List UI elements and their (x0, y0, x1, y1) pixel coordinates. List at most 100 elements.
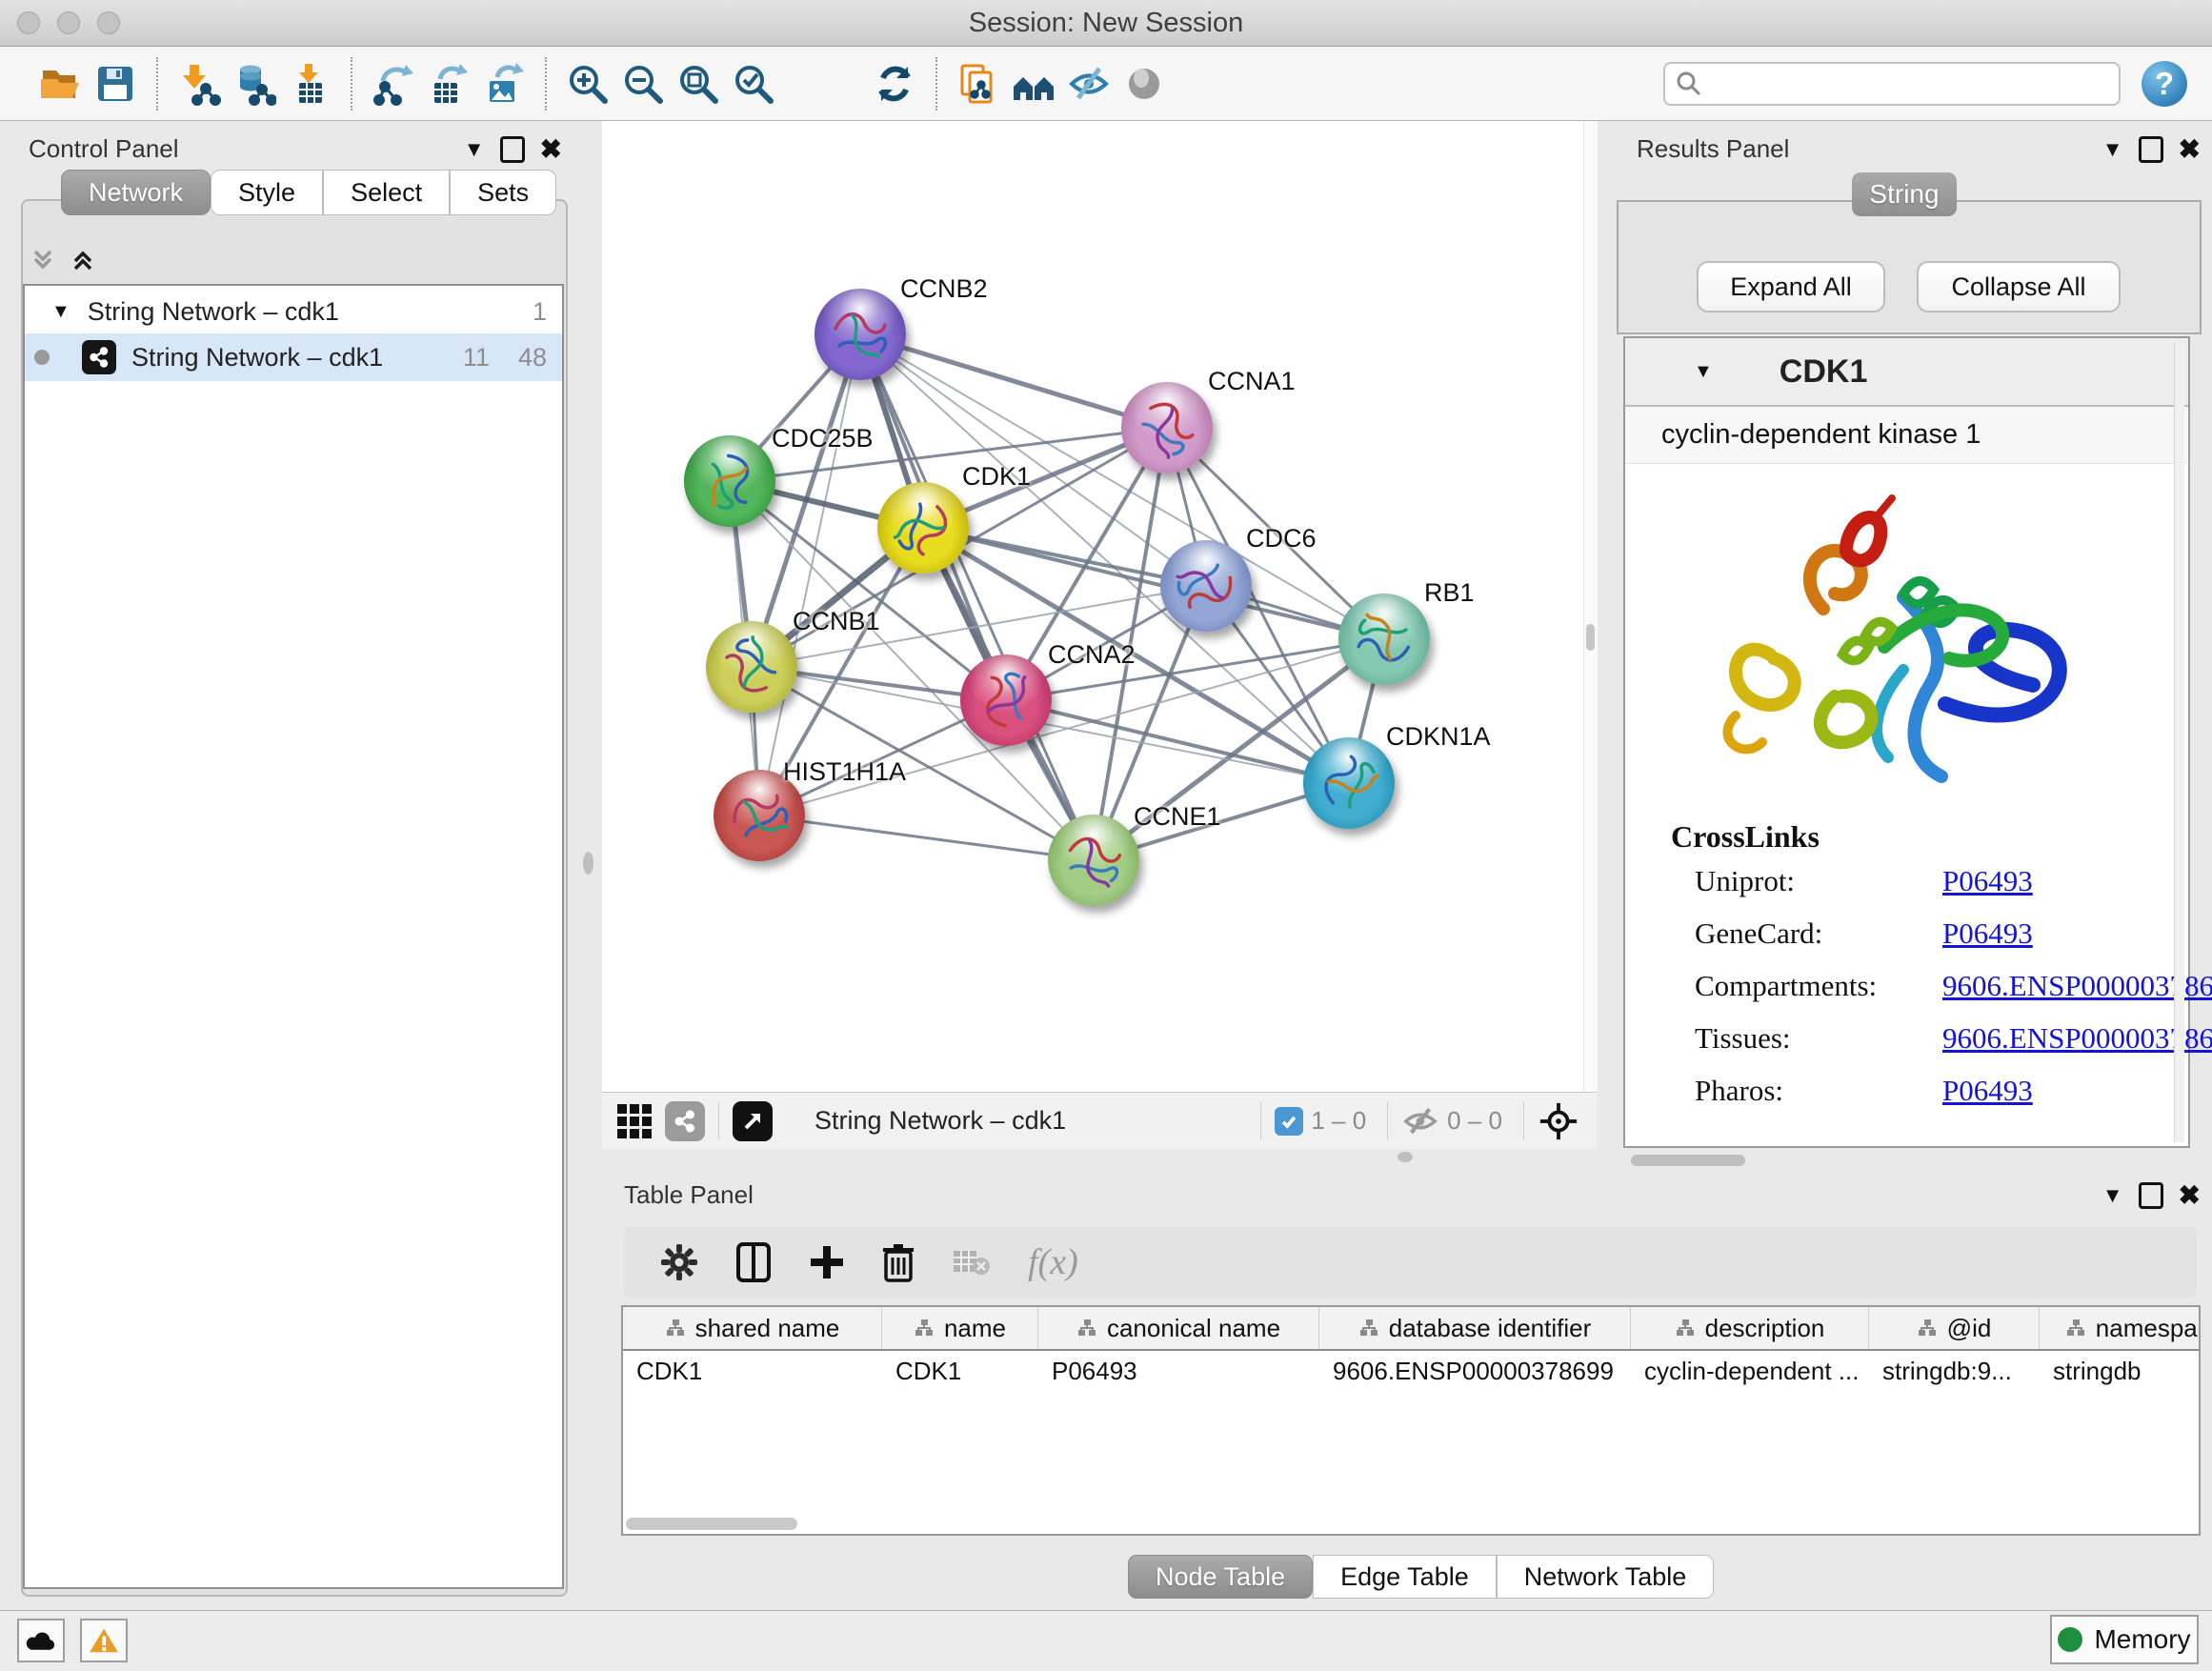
results-panel-float-icon[interactable] (2139, 136, 2163, 163)
network-collection-row[interactable]: ▼ String Network – cdk1 1 (25, 286, 562, 333)
results-panel-close-icon[interactable]: ✖ (2179, 133, 2201, 165)
selected-count: 1 – 0 (1311, 1106, 1366, 1136)
search-icon (1675, 70, 1703, 98)
network-node-cdc25b[interactable] (684, 435, 775, 527)
birdseye-view-icon[interactable] (733, 1101, 773, 1141)
collection-name: String Network – cdk1 (88, 297, 339, 327)
hidden-eye-icon[interactable] (1401, 1105, 1439, 1137)
collapse-all-icon[interactable] (29, 246, 57, 274)
string-badge-icon[interactable] (665, 1101, 705, 1141)
zoom-selected-button[interactable] (726, 54, 781, 113)
network-node-rb1[interactable] (1338, 594, 1430, 685)
show-columns-icon[interactable] (734, 1241, 773, 1283)
add-column-icon[interactable] (809, 1244, 845, 1280)
tab-network[interactable]: Network (61, 170, 211, 215)
expand-all-icon[interactable] (69, 246, 97, 274)
string-network-icon (82, 340, 116, 374)
network-node-ccne1[interactable] (1048, 815, 1139, 906)
crosslink-uniprot[interactable]: P06493 (1942, 864, 2033, 898)
horizontal-splitter-handle[interactable] (1398, 1152, 1413, 1162)
control-panel-collapse-icon[interactable]: ▼ (464, 137, 485, 162)
expand-all-button[interactable]: Expand All (1697, 261, 1885, 312)
network-node-ccna2[interactable] (960, 654, 1052, 746)
window-title: Session: New Session (0, 8, 2212, 39)
import-network-from-database-button[interactable] (227, 54, 282, 113)
help-button[interactable]: ? (2142, 61, 2187, 107)
network-node-cdkn1a[interactable] (1303, 737, 1395, 829)
delete-column-icon[interactable] (881, 1242, 915, 1282)
column-header: canonical name (1038, 1307, 1319, 1349)
tab-style[interactable]: Style (211, 170, 323, 215)
tab-node-table[interactable]: Node Table (1128, 1555, 1313, 1599)
results-hscroll-thumb[interactable] (1631, 1155, 1745, 1166)
crosslink-label: Pharos: (1695, 1074, 1871, 1108)
selected-checkbox[interactable] (1275, 1107, 1303, 1136)
search-input[interactable] (1703, 68, 2107, 99)
delete-table-icon[interactable] (952, 1247, 992, 1278)
network-node-ccnb2[interactable] (814, 289, 906, 380)
export-image-button[interactable] (476, 54, 532, 113)
node-count: 11 (463, 343, 490, 372)
canvas-scrollbar[interactable] (1583, 121, 1598, 1092)
zoom-fit-button[interactable] (671, 54, 726, 113)
fit-content-icon[interactable] (1538, 1100, 1579, 1142)
hide-glass-button[interactable] (1061, 54, 1116, 113)
table-panel-close-icon[interactable]: ✖ (2179, 1179, 2201, 1211)
table-gear-icon[interactable] (660, 1243, 698, 1281)
tab-network-table[interactable]: Network Table (1497, 1555, 1715, 1599)
warnings-button[interactable] (80, 1619, 128, 1662)
column-header: namespace (2040, 1307, 2201, 1349)
grid-view-icon[interactable] (617, 1104, 652, 1138)
results-scrollbar[interactable] (2174, 342, 2184, 1142)
import-network-button[interactable] (171, 54, 227, 113)
table-row[interactable]: CDK1 CDK1 P06493 9606.ENSP00000378699 cy… (623, 1351, 2199, 1391)
results-panel-collapse-icon[interactable]: ▼ (2102, 137, 2123, 162)
network-node-cdc6[interactable] (1160, 540, 1252, 632)
control-panel-float-icon[interactable] (500, 136, 525, 163)
memory-button[interactable]: Memory (2050, 1615, 2199, 1664)
collapse-all-button[interactable]: Collapse All (1917, 261, 2121, 312)
document-network-icon (956, 62, 1000, 106)
export-network-button[interactable] (366, 54, 421, 113)
tab-sets[interactable]: Sets (450, 170, 556, 215)
gene-caret-icon[interactable]: ▼ (1694, 361, 1713, 383)
column-header: @id (1869, 1307, 2040, 1349)
network-node-cdk1[interactable] (877, 482, 969, 574)
crosslink-pharos[interactable]: P06493 (1942, 1074, 2033, 1108)
crosslink-tissues[interactable]: 9606.ENSP00000378699 (1942, 1021, 2212, 1056)
network-node-ccnb1[interactable] (706, 621, 797, 713)
toolbar-separator (351, 57, 352, 111)
open-session-button[interactable] (32, 54, 88, 113)
vertical-splitter-handle[interactable] (583, 852, 593, 875)
function-builder-icon[interactable]: f(x) (1028, 1241, 1078, 1283)
network-tree: ▼ String Network – cdk1 1 String Network… (23, 284, 564, 1589)
warning-icon (89, 1627, 119, 1654)
tree-caret-icon[interactable]: ▼ (51, 301, 70, 323)
crosslink-compartments[interactable]: 9606.ENSP00000378699 (1942, 969, 2212, 1003)
import-table-button[interactable] (282, 54, 337, 113)
table-hscroll-thumb[interactable] (626, 1518, 797, 1530)
cloud-icon (26, 1629, 56, 1652)
tab-edge-table[interactable]: Edge Table (1313, 1555, 1497, 1599)
table-panel-float-icon[interactable] (2139, 1182, 2163, 1209)
network-canvas[interactable]: CCNB2CCNA1CDC25BCDK1CDC6RB1CCNB1CCNA2CDK… (602, 121, 1583, 1092)
export-table-button[interactable] (421, 54, 476, 113)
string-import-button[interactable] (951, 54, 1006, 113)
zoom-out-button[interactable] (615, 54, 671, 113)
zoom-in-button[interactable] (560, 54, 615, 113)
control-panel-close-icon[interactable]: ✖ (540, 133, 562, 165)
tab-string[interactable]: String (1852, 172, 1957, 216)
tab-select[interactable]: Select (323, 170, 450, 215)
gene-header[interactable]: ▼ CDK1 (1625, 338, 2188, 407)
crosslink-genecard[interactable]: P06493 (1942, 916, 2033, 951)
table-toolbar: f(x) (624, 1227, 2197, 1298)
node-table[interactable]: shared name name canonical name database… (621, 1305, 2201, 1536)
show-glass-button[interactable] (1116, 54, 1172, 113)
network-row-selected[interactable]: String Network – cdk1 11 48 (25, 333, 562, 381)
cloud-button[interactable] (17, 1619, 65, 1662)
save-session-button[interactable] (88, 54, 143, 113)
apply-layout-button[interactable] (867, 54, 922, 113)
homology-button[interactable] (1006, 54, 1061, 113)
table-panel-collapse-icon[interactable]: ▼ (2102, 1183, 2123, 1208)
network-node-ccna1[interactable] (1121, 382, 1213, 473)
